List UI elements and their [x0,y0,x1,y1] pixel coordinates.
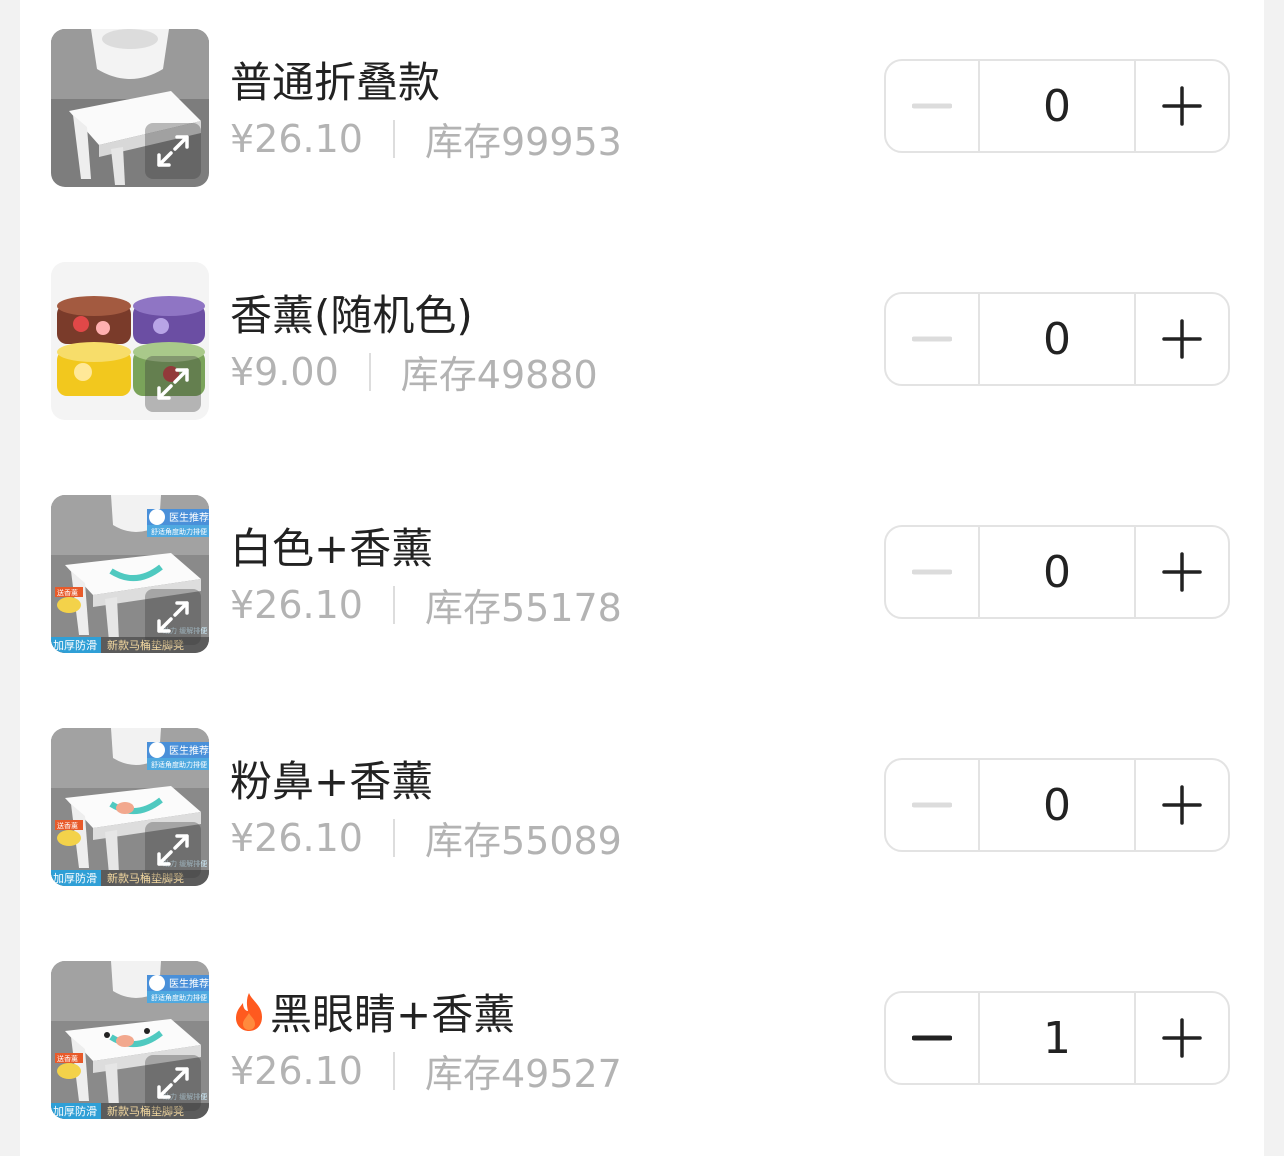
quantity-stepper: 0 [884,292,1230,386]
fire-icon [236,992,262,1031]
divider [392,585,395,624]
expand-icon[interactable] [145,1055,201,1111]
quantity-stepper: 0 [884,59,1230,153]
sku-stock: 库存49880 [400,353,598,397]
image-text: 舒适角度助力排便 [151,993,207,1002]
quantity-value[interactable]: 0 [978,527,1136,617]
image-text: 医生推荐 [169,511,209,524]
quantity-stepper: 0 [884,525,1230,619]
sku-name-text: 白色+香薰 [230,524,434,573]
minus-icon [912,103,952,109]
sku-meta: ¥26.10 库存99953 [230,111,622,166]
sku-name: 白色+香薰 [230,515,433,576]
sku-price: ¥26.10 [230,582,363,627]
sku-price: ¥9.00 [230,349,339,394]
quantity-value[interactable]: 1 [978,993,1136,1083]
plus-icon [1162,785,1202,825]
image-text: 舒适角度助力排便 [151,760,207,769]
quantity-value[interactable]: 0 [978,760,1136,850]
sku-row: 医生推荐 舒适角度助力排便 送香薰 助力 缓解排便 加厚防滑 新款马桶垫脚凳 黑… [20,961,1264,1121]
sku-stock: 库存49527 [424,1052,622,1096]
plus-icon [1162,552,1202,592]
quantity-stepper: 1 [884,991,1230,1085]
minus-icon [912,336,952,342]
image-text: 舒适角度助力排便 [151,527,207,536]
sku-price: ¥26.10 [230,1048,363,1093]
product-thumbnail[interactable]: 医生推荐 舒适角度助力排便 送香薰 助力 缓解排便 加厚防滑 新款马桶垫脚凳 [51,495,209,653]
increase-button[interactable] [1136,294,1228,384]
divider [392,818,395,857]
sku-meta: ¥26.10 库存49527 [230,1043,622,1098]
sku-row: 医生推荐 舒适角度助力排便 送香薰 助力 缓解排便 加厚防滑 新款马桶垫脚凳 粉 [20,728,1264,888]
increase-button[interactable] [1136,527,1228,617]
plus-icon [1162,319,1202,359]
sku-price: ¥26.10 [230,815,363,860]
expand-icon[interactable] [145,123,201,179]
divider [392,119,395,158]
sku-name-text: 香薰(随机色) [230,291,473,340]
expand-icon[interactable] [145,822,201,878]
image-text: 加厚防滑 [53,871,97,885]
sku-row: 香薰(随机色) ¥9.00 库存49880 0 [20,262,1264,422]
sku-price: ¥26.10 [230,116,363,161]
divider [368,352,371,391]
image-text: 送香薰 [57,821,78,830]
expand-icon[interactable] [145,356,201,412]
sku-stock: 库存99953 [424,120,622,164]
image-text: 送香薰 [57,1054,78,1063]
minus-icon [912,569,952,575]
increase-button[interactable] [1136,993,1228,1083]
sku-meta: ¥26.10 库存55178 [230,577,622,632]
sku-meta: ¥26.10 库存55089 [230,810,622,865]
plus-icon [1162,1018,1202,1058]
decrease-button[interactable] [886,61,978,151]
minus-icon [912,802,952,808]
quantity-stepper: 0 [884,758,1230,852]
decrease-button[interactable] [886,527,978,617]
sku-row: 普通折叠款 ¥26.10 库存99953 0 [20,29,1264,189]
decrease-button[interactable] [886,993,978,1083]
sku-stock: 库存55178 [424,586,622,630]
decrease-button[interactable] [886,760,978,850]
quantity-value[interactable]: 0 [978,294,1136,384]
sku-name: 普通折叠款 [230,49,440,110]
product-thumbnail[interactable] [51,262,209,420]
sku-name: 黑眼睛+香薰 [230,981,515,1042]
minus-icon [912,1035,952,1041]
product-thumbnail[interactable]: 医生推荐 舒适角度助力排便 送香薰 助力 缓解排便 加厚防滑 新款马桶垫脚凳 [51,961,209,1119]
image-text: 加厚防滑 [53,638,97,652]
image-text: 送香薰 [57,588,78,597]
image-text: 医生推荐 [169,977,209,990]
product-thumbnail[interactable]: 医生推荐 舒适角度助力排便 送香薰 助力 缓解排便 加厚防滑 新款马桶垫脚凳 [51,728,209,886]
increase-button[interactable] [1136,760,1228,850]
product-thumbnail[interactable] [51,29,209,187]
image-text: 加厚防滑 [53,1104,97,1118]
sku-meta: ¥9.00 库存49880 [230,344,598,399]
sku-name-text: 粉鼻+香薰 [230,757,434,806]
quantity-value[interactable]: 0 [978,61,1136,151]
sku-list-panel: 普通折叠款 ¥26.10 库存99953 0 香薰(随机色) ¥9.00 库存4… [20,0,1264,1156]
plus-icon [1162,86,1202,126]
sku-name-text: 普通折叠款 [230,58,441,107]
image-text: 医生推荐 [169,744,209,757]
sku-name: 香薰(随机色) [230,282,473,343]
expand-icon[interactable] [145,589,201,645]
decrease-button[interactable] [886,294,978,384]
sku-row: 医生推荐 舒适角度助力排便 送香薰 助力 缓解排便 加厚防滑 新款马桶垫脚凳 白 [20,495,1264,655]
increase-button[interactable] [1136,61,1228,151]
divider [392,1051,395,1090]
sku-name-text: 黑眼睛+香薰 [270,990,516,1039]
sku-name: 粉鼻+香薰 [230,748,433,809]
sku-stock: 库存55089 [424,819,622,863]
